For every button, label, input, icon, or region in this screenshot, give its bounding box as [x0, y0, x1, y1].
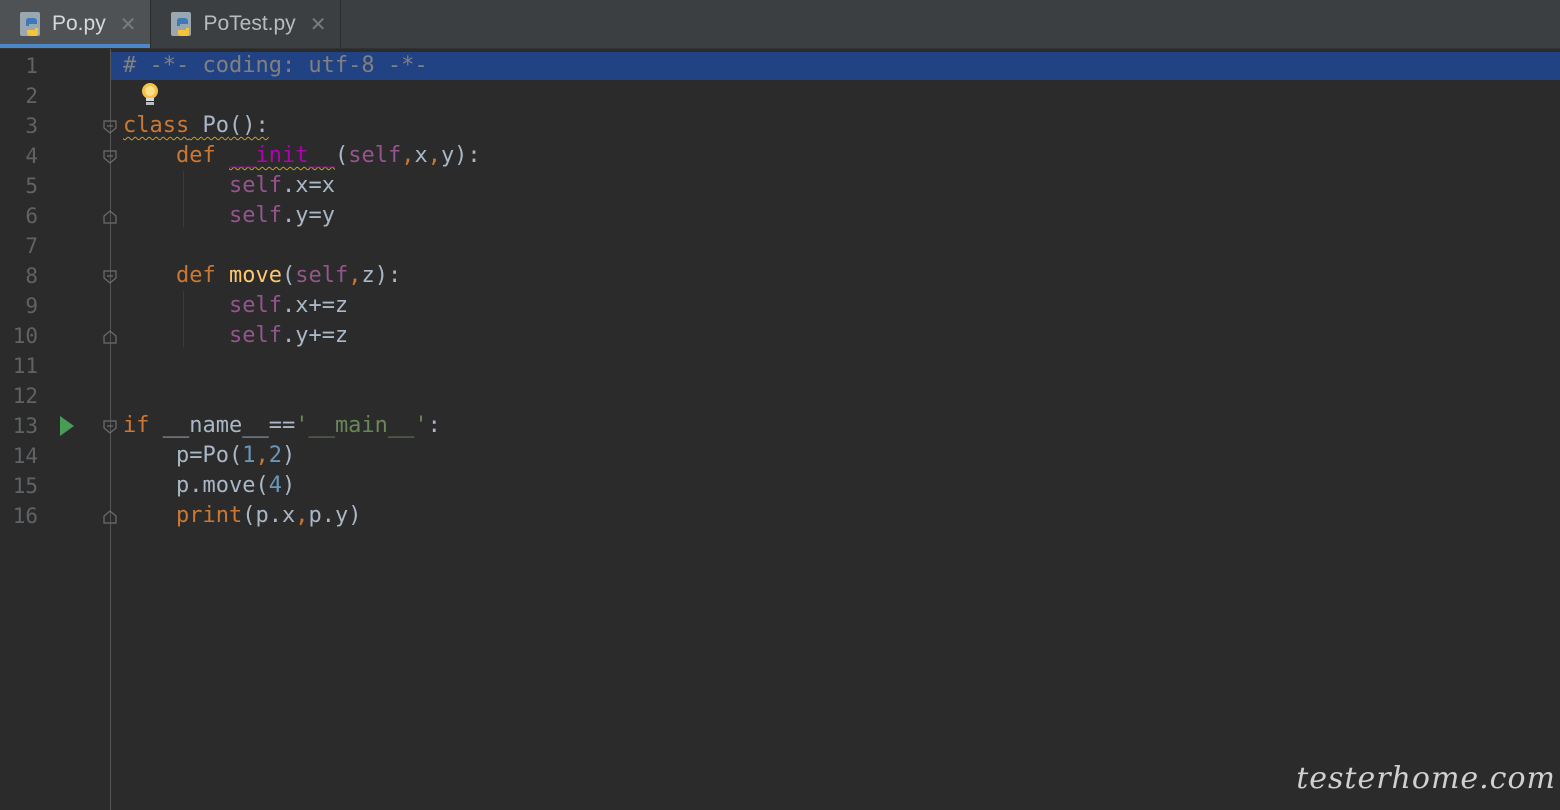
- code-statement: print(p.x,p.y): [175, 503, 362, 528]
- main-guard: if __name__=='__main__':: [123, 413, 441, 438]
- python-file-icon: [18, 10, 46, 38]
- line-number: 11: [12, 354, 38, 378]
- code-statement: p.move(4): [175, 473, 296, 498]
- line-number: 5: [25, 174, 38, 198]
- tab-label: Po.py: [52, 12, 106, 35]
- fold-end-icon[interactable]: [103, 509, 117, 524]
- code-line-10: 10 self.y+=z: [0, 321, 1560, 351]
- code-statement: self.y+=z: [228, 323, 349, 348]
- code-line-11: 11: [0, 351, 1560, 381]
- code-statement: self.x=x: [228, 173, 335, 198]
- code-line-2: 2: [0, 81, 1560, 111]
- line-number: 13: [12, 414, 38, 438]
- code-statement: self.y=y: [228, 203, 335, 228]
- line-number: 10: [12, 324, 38, 348]
- run-icon[interactable]: [60, 416, 74, 436]
- line-number: 16: [12, 504, 38, 528]
- code-line-16: 16 print(p.x,p.y): [0, 501, 1560, 531]
- code-editor[interactable]: 1 # -*- coding: utf-8 -*- 2 3 class Po()…: [0, 49, 1560, 810]
- code-line-8: 8 def move(self,z):: [0, 261, 1560, 291]
- line-number: 8: [25, 264, 38, 288]
- line-number: 7: [25, 234, 38, 258]
- line-number: 4: [25, 144, 38, 168]
- tab-potest-py[interactable]: PoTest.py ✕: [151, 0, 342, 48]
- python-file-icon: [169, 10, 197, 38]
- line-number: 12: [12, 384, 38, 408]
- code-line-9: 9 self.x+=z: [0, 291, 1560, 321]
- code-line-6: 6 self.y=y: [0, 201, 1560, 231]
- code-statement: self.x+=z: [228, 293, 349, 318]
- code-statement: p=Po(1,2): [175, 443, 296, 468]
- encoding-comment: # -*- coding: utf-8 -*-: [123, 53, 428, 78]
- tab-label: PoTest.py: [203, 12, 296, 35]
- code-line-7: 7: [0, 231, 1560, 261]
- ide-window: Po.py ✕ PoTest.py ✕ 1 # -*- coding: utf-…: [0, 0, 1560, 810]
- tab-po-py[interactable]: Po.py ✕: [0, 0, 152, 48]
- code-line-4: 4 def __init__(self,x,y):: [0, 141, 1560, 171]
- fold-open-icon[interactable]: [103, 419, 117, 434]
- line-number: 1: [25, 54, 38, 78]
- line-number: 9: [25, 294, 38, 318]
- code-line-1: 1 # -*- coding: utf-8 -*-: [0, 51, 1560, 81]
- fold-open-icon[interactable]: [103, 269, 117, 284]
- class-definition: class Po():: [123, 113, 269, 138]
- watermark: testerhome.com: [1296, 761, 1556, 796]
- code-line-14: 14 p=Po(1,2): [0, 441, 1560, 471]
- fold-open-icon[interactable]: [103, 149, 117, 164]
- line-number: 6: [25, 204, 38, 228]
- editor-tab-bar: Po.py ✕ PoTest.py ✕: [0, 0, 1560, 49]
- line-number: 2: [25, 84, 38, 108]
- code-line-5: 5 self.x=x: [0, 171, 1560, 201]
- code-line-13: 13 if __name__=='__main__':: [0, 411, 1560, 441]
- line-number: 3: [25, 114, 38, 138]
- line-number: 14: [12, 444, 38, 468]
- move-definition: def move(self,z):: [175, 263, 402, 288]
- fold-open-icon[interactable]: [103, 119, 117, 134]
- code-line-15: 15 p.move(4): [0, 471, 1560, 501]
- fold-end-icon[interactable]: [103, 209, 117, 224]
- line-number: 15: [12, 474, 38, 498]
- code-line-12: 12: [0, 381, 1560, 411]
- code-line-3: 3 class Po():: [0, 111, 1560, 141]
- close-tab-icon[interactable]: ✕: [120, 12, 137, 37]
- fold-end-icon[interactable]: [103, 329, 117, 344]
- close-tab-icon[interactable]: ✕: [310, 12, 327, 37]
- init-definition: def __init__(self,x,y):: [175, 143, 481, 168]
